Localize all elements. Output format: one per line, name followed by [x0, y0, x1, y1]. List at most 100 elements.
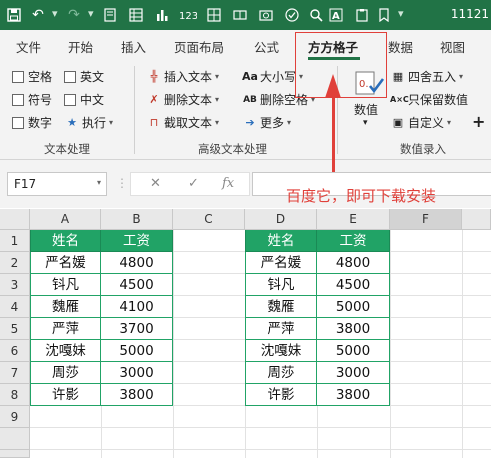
table-cell[interactable]: 3700 [101, 318, 173, 340]
row-header-3[interactable]: 3 [0, 274, 30, 296]
redo-dropdown-icon[interactable]: ▾ [88, 7, 94, 20]
table-cell[interactable]: 许影 [245, 384, 317, 406]
qat-more-icon[interactable]: ▾ [398, 7, 404, 20]
table-cell[interactable]: 沈嘎妹 [30, 340, 101, 362]
row-header-5[interactable]: 5 [0, 318, 30, 340]
plus-icon[interactable]: + [472, 112, 485, 131]
table-cell[interactable]: 魏雁 [30, 296, 101, 318]
table-cell[interactable]: 4500 [317, 274, 390, 296]
bookmark-icon[interactable] [374, 5, 394, 25]
table-cell[interactable]: 5000 [317, 296, 390, 318]
tab-insert[interactable]: 插入 [121, 37, 146, 56]
table-cell[interactable]: 钭凡 [30, 274, 101, 296]
name-box[interactable]: F17 ▾ [7, 172, 107, 196]
select-all-corner[interactable] [0, 209, 30, 230]
text-a-icon[interactable]: A [326, 5, 346, 25]
row-header-11[interactable] [0, 450, 30, 458]
table-cell[interactable]: 3000 [101, 362, 173, 384]
cancel-icon[interactable]: ✕ [150, 176, 161, 191]
table-cell[interactable]: 5000 [317, 340, 390, 362]
undo-dropdown-icon[interactable]: ▾ [52, 7, 58, 20]
column-header-d[interactable]: D [245, 209, 317, 230]
table-header-cell[interactable]: 姓名 [245, 230, 317, 252]
number-button-label[interactable]: 数值 [354, 101, 378, 118]
table-cell[interactable]: 4500 [101, 274, 173, 296]
fx-icon[interactable]: fx [222, 176, 234, 191]
tab-file[interactable]: 文件 [16, 37, 41, 56]
column-header-b[interactable]: B [101, 209, 173, 230]
bar-chart-icon[interactable] [152, 5, 172, 25]
checkbox-chinese[interactable]: 中文 [64, 91, 104, 108]
undo-icon[interactable]: ↶ [28, 5, 48, 25]
execute-button[interactable]: ★ 执行 ▾ [64, 114, 113, 131]
column-header-e[interactable]: E [317, 209, 390, 230]
row-header-4[interactable]: 4 [0, 296, 30, 318]
table-cell[interactable]: 周莎 [30, 362, 101, 384]
table-icon[interactable] [204, 5, 224, 25]
table-cell[interactable]: 严萍 [245, 318, 317, 340]
number-format-icon[interactable]: 123 [178, 5, 198, 25]
checkmark-circle-icon[interactable] [282, 5, 302, 25]
tab-formulas[interactable]: 公式 [254, 37, 279, 56]
clipboard-icon[interactable] [352, 5, 372, 25]
extract-text-button[interactable]: ⊓ 截取文本 ▾ [146, 114, 219, 131]
drag-handle-icon[interactable]: ⋮ [116, 176, 128, 190]
table-cell[interactable]: 4800 [101, 252, 173, 274]
table-cell[interactable]: 3800 [101, 384, 173, 406]
redo-icon[interactable]: ↷ [64, 5, 84, 25]
checkbox-space[interactable]: 空格 [12, 68, 52, 85]
table-cell[interactable]: 钭凡 [245, 274, 317, 296]
table-cell[interactable]: 4100 [101, 296, 173, 318]
row-header-2[interactable]: 2 [0, 252, 30, 274]
delete-text-button[interactable]: ✗ 删除文本 ▾ [146, 91, 219, 108]
search-icon[interactable] [306, 5, 326, 25]
table-cell[interactable]: 3000 [317, 362, 390, 384]
table-header-cell[interactable]: 工资 [101, 230, 173, 252]
table-cell[interactable]: 沈嘎妹 [245, 340, 317, 362]
tab-view[interactable]: 视图 [440, 37, 465, 56]
row-header-8[interactable]: 8 [0, 384, 30, 406]
row-header-1[interactable]: 1 [0, 230, 30, 252]
table-cell[interactable]: 严名媛 [30, 252, 101, 274]
checkbox-symbol[interactable]: 符号 [12, 91, 52, 108]
table-header-cell[interactable]: 姓名 [30, 230, 101, 252]
table-cell[interactable]: 周莎 [245, 362, 317, 384]
table-cell[interactable]: 严名媛 [245, 252, 317, 274]
table-cell[interactable]: 3800 [317, 318, 390, 340]
column-header-f[interactable]: F [390, 209, 462, 230]
camera-icon[interactable] [256, 5, 276, 25]
insert-text-button[interactable]: ╬ 插入文本 ▾ [146, 68, 219, 85]
row-header-6[interactable]: 6 [0, 340, 30, 362]
table-cell[interactable]: 4800 [317, 252, 390, 274]
chevron-down-icon: ▾ [215, 95, 220, 104]
form-icon[interactable] [126, 5, 146, 25]
confirm-icon[interactable]: ✓ [188, 176, 199, 191]
checkbox-english[interactable]: 英文 [64, 68, 104, 85]
table-cell[interactable]: 3800 [317, 384, 390, 406]
row-header-7[interactable]: 7 [0, 362, 30, 384]
chevron-down-icon[interactable]: ▾ [363, 118, 368, 128]
tab-page-layout[interactable]: 页面布局 [174, 37, 224, 56]
table-cell[interactable]: 5000 [101, 340, 173, 362]
round-button[interactable]: ▦ 四舍五入 ▾ [390, 68, 463, 85]
column-header-g[interactable] [462, 209, 491, 230]
custom-button[interactable]: ▣ 自定义 ▾ [390, 114, 451, 131]
column-header-c[interactable]: C [173, 209, 245, 230]
row-header-10[interactable] [0, 428, 30, 450]
table-cell[interactable]: 许影 [30, 384, 101, 406]
case-button[interactable]: Aa 大小写 ▾ [242, 68, 303, 85]
more-button[interactable]: ➔ 更多 ▾ [242, 114, 291, 131]
table-cell[interactable]: 魏雁 [245, 296, 317, 318]
tab-data[interactable]: 数据 [388, 37, 413, 56]
tab-home[interactable]: 开始 [68, 37, 93, 56]
save-icon[interactable] [4, 5, 24, 25]
cell-icon[interactable] [230, 5, 250, 25]
table-cell[interactable]: 严萍 [30, 318, 101, 340]
keep-numbers-button[interactable]: A×C 只保留数值 [390, 91, 468, 108]
table-header-cell[interactable]: 工资 [317, 230, 390, 252]
row-header-9[interactable]: 9 [0, 406, 30, 428]
chevron-down-icon[interactable]: ▾ [97, 178, 101, 187]
checkbox-number[interactable]: 数字 [12, 114, 52, 131]
print-preview-icon[interactable] [100, 5, 120, 25]
column-header-a[interactable]: A [30, 209, 101, 230]
